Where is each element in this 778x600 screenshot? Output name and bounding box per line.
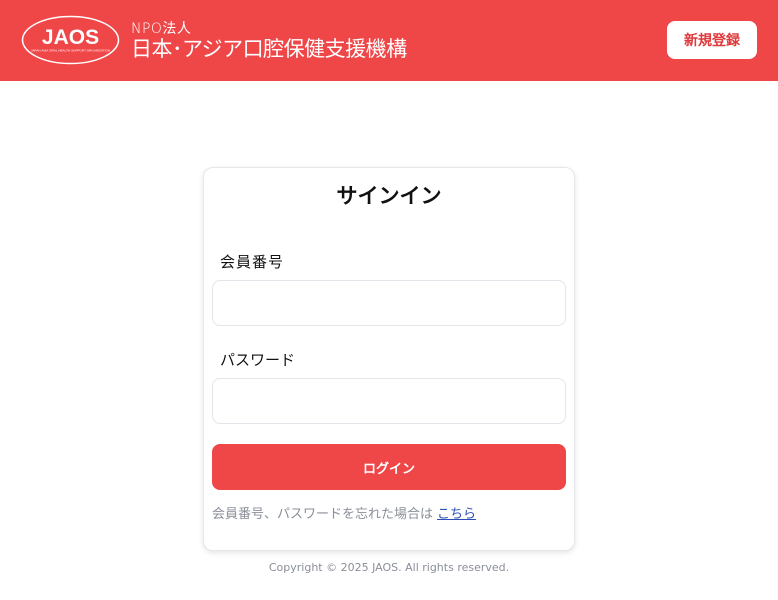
logo-text: JAOS bbox=[42, 26, 99, 49]
forgot-text: 会員番号、パスワードを忘れた場合は bbox=[212, 507, 434, 522]
signin-card: サインイン 会員番号 パスワード ログイン 会員番号、パスワードを忘れた場合はこ… bbox=[203, 167, 575, 551]
org-type: NPO法人 bbox=[131, 21, 192, 37]
org-title: NPO法人 日本･アジア口腔保健支援機構 bbox=[131, 21, 407, 62]
org-name: 日本･アジア口腔保健支援機構 bbox=[131, 37, 407, 61]
forgot-credentials: 会員番号、パスワードを忘れた場合は こちら bbox=[212, 503, 476, 522]
forgot-link[interactable]: こちら bbox=[437, 507, 476, 522]
register-button[interactable]: 新規登録 bbox=[667, 21, 757, 59]
password-input[interactable] bbox=[212, 378, 566, 424]
signin-title: サインイン bbox=[336, 184, 442, 208]
login-button[interactable]: ログイン bbox=[212, 444, 566, 490]
password-label: パスワード bbox=[220, 351, 296, 369]
copyright: Copyright © 2025 JAOS. All rights reserv… bbox=[268, 561, 510, 574]
jaos-logo[interactable]: JAOS JAPAN ASIA ORAL HEALTH SUPPORT ORGA… bbox=[21, 15, 120, 65]
member-number-label: 会員番号 bbox=[220, 253, 285, 271]
logo-tagline: JAPAN ASIA ORAL HEALTH SUPPORT ORGANIZAT… bbox=[31, 49, 110, 53]
site-header: JAOS JAPAN ASIA ORAL HEALTH SUPPORT ORGA… bbox=[0, 0, 778, 81]
member-number-input[interactable] bbox=[212, 280, 566, 326]
